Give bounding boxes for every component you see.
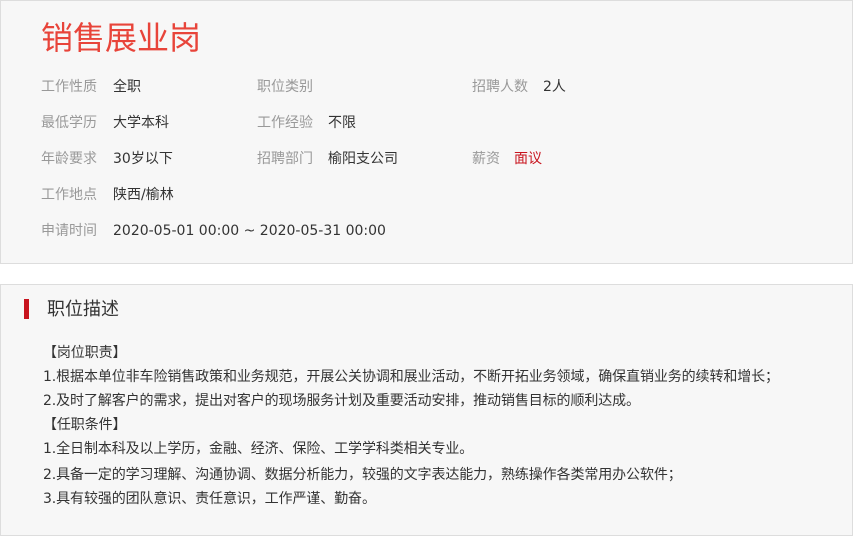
job-description-panel: 职位描述 【岗位职责】 1.根据本单位非车险销售政策和业务规范，开展公关协调和展… bbox=[0, 284, 853, 536]
location-value: 陕西/榆林 bbox=[113, 187, 174, 203]
position-category-label: 职位类别 bbox=[257, 79, 313, 95]
section-marker bbox=[24, 299, 29, 319]
job-info-panel: 销售展业岗 工作性质 全职 职位类别 招聘人数 2人 最低学历 大学本科 工作经… bbox=[0, 0, 853, 264]
job-title: 销售展业岗 bbox=[41, 19, 202, 57]
headcount-value: 2人 bbox=[543, 79, 566, 95]
description-line: 1.全日制本科及以上学历，金融、经济、保险、工学学科类相关专业。 bbox=[43, 441, 474, 457]
section-title: 职位描述 bbox=[47, 299, 119, 320]
description-line: 2.及时了解客户的需求，提出对客户的现场服务计划及重要活动安排，推动销售目标的顺… bbox=[43, 393, 640, 409]
salary-value: 面议 bbox=[514, 151, 542, 167]
experience-value: 不限 bbox=[328, 115, 356, 131]
description-line: 3.具有较强的团队意识、责任意识，工作严谨、勤奋。 bbox=[43, 491, 376, 507]
education-value: 大学本科 bbox=[113, 115, 169, 131]
work-nature-value: 全职 bbox=[113, 79, 141, 95]
age-value: 30岁以下 bbox=[113, 151, 173, 167]
education-label: 最低学历 bbox=[41, 115, 97, 131]
apply-period-label: 申请时间 bbox=[41, 223, 97, 239]
department-label: 招聘部门 bbox=[257, 151, 313, 167]
description-line: 2.具备一定的学习理解、沟通协调、数据分析能力，较强的文字表达能力，熟练操作各类… bbox=[43, 467, 682, 483]
age-label: 年龄要求 bbox=[41, 151, 97, 167]
location-label: 工作地点 bbox=[41, 187, 97, 203]
description-line: 【岗位职责】 bbox=[43, 345, 127, 361]
experience-label: 工作经验 bbox=[257, 115, 313, 131]
salary-label: 薪资 bbox=[472, 151, 500, 167]
description-line: 【任职条件】 bbox=[43, 417, 127, 433]
headcount-label: 招聘人数 bbox=[472, 79, 528, 95]
description-line: 1.根据本单位非车险销售政策和业务规范，开展公关协调和展业活动，不断开拓业务领域… bbox=[43, 369, 779, 385]
department-value: 榆阳支公司 bbox=[328, 151, 398, 167]
apply-period-value: 2020-05-01 00:00 ~ 2020-05-31 00:00 bbox=[113, 223, 386, 239]
work-nature-label: 工作性质 bbox=[41, 79, 97, 95]
